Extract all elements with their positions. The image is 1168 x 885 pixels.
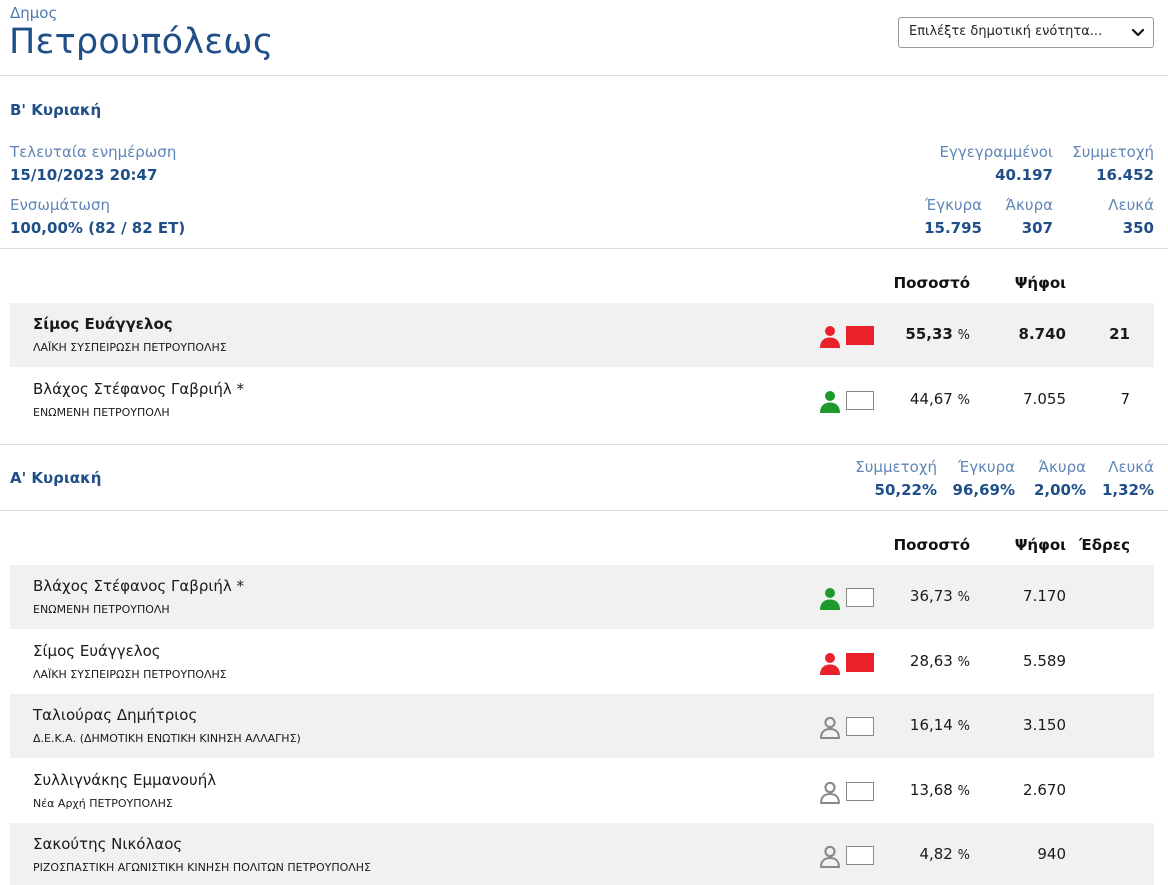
unit-select[interactable]: Επιλέξτε δημοτική ενότητα... (898, 17, 1154, 48)
candidate-votes: 2.670 (1023, 780, 1066, 799)
person-outline-icon (820, 716, 840, 739)
candidate-name: Βλάχος Στέφανος Γαβριήλ * (33, 577, 245, 595)
candidate-party: ΕΝΩΜΕΝΗ ΠΕΤΡΟΥΠΟΛΗ (33, 405, 170, 419)
divider (0, 510, 1168, 511)
candidate-pct: 28,63 % (909, 651, 970, 670)
candidate-party: ΛΑΪΚΗ ΣΥΣΠΕΙΡΩΣΗ ΠΕΤΡΟΥΠΟΛΗΣ (33, 667, 227, 681)
last-update-value: 15/10/2023 20:47 (10, 166, 158, 184)
col-header-votes: Ψήφοι (1014, 274, 1066, 292)
candidate-pct: 16,14 % (909, 716, 970, 734)
candidate-votes: 7.170 (1023, 587, 1066, 605)
turnout-value: 16.452 (1096, 166, 1154, 184)
chevron-down-icon (1131, 28, 1145, 37)
candidate-row: Βλάχος Στέφανος Γαβριήλ * ΕΝΩΜΕΝΗ ΠΕΤΡΟΥΠ… (10, 368, 1154, 432)
candidate-name: Ταλιούρας Δημήτριος (33, 706, 198, 724)
a-valid-label: Έγκυρα (958, 458, 1015, 476)
integration-value: 100,00% (82 / 82 ΕΤ) (10, 219, 186, 237)
person-filled-icon (820, 652, 840, 675)
candidate-row: Σακούτης Νικόλαος ΡΙΖΟΣΠΑΣΤΙΚΗ ΑΓΩΝΙΣΤΙΚΗ… (10, 823, 1154, 885)
invalid-value: 307 (1021, 219, 1053, 237)
candidate-row: Σίμος Ευάγγελος ΛΑΪΚΗ ΣΥΣΠΕΙΡΩΣΗ ΠΕΤΡΟΥΠΟ… (10, 303, 1154, 367)
valid-value: 15.795 (924, 219, 982, 237)
candidate-party: ΛΑΪΚΗ ΣΥΣΠΕΙΡΩΣΗ ΠΕΤΡΟΥΠΟΛΗΣ (33, 341, 227, 354)
party-color-flag (846, 781, 874, 801)
candidate-votes: 8.740 (1018, 325, 1066, 343)
col-header-pct: Ποσοστό (893, 536, 970, 554)
invalid-label: Άκυρα (1005, 196, 1053, 214)
candidate-party: ΕΝΩΜΕΝΗ ΠΕΤΡΟΥΠΟΛΗ (33, 603, 170, 616)
candidate-name: Σίμος Ευάγγελος (33, 641, 161, 660)
candidate-party: Δ.Ε.Κ.Α. (ΔΗΜΟΤΙΚΗ ΕΝΩΤΙΚΗ ΚΙΝΗΣΗ ΑΛΛΑΓΗ… (33, 732, 301, 745)
candidate-seats: 21 (1109, 325, 1130, 343)
a-invalid-label: Άκυρα (1038, 458, 1086, 476)
a-invalid-value: 2,00% (1033, 481, 1086, 499)
party-color-flag (846, 652, 874, 672)
registered-label: Εγγεγραμμένοι (939, 143, 1053, 161)
a-blank-label: Λευκά (1108, 458, 1154, 476)
registered-value: 40.197 (995, 166, 1053, 184)
candidate-votes: 7.055 (1023, 389, 1066, 408)
candidate-votes: 3.150 (1023, 716, 1066, 734)
integration-label: Ενσωμάτωση (10, 196, 110, 214)
candidate-pct: 44,67 % (909, 389, 970, 408)
person-filled-icon (820, 390, 840, 413)
party-color-flag (846, 717, 874, 736)
candidate-pct: 13,68 % (909, 780, 970, 799)
col-header-pct: Ποσοστό (893, 274, 970, 292)
candidate-row: Ταλιούρας Δημήτριος Δ.Ε.Κ.Α. (ΔΗΜΟΤΙΚΗ ΕΝ… (10, 694, 1154, 758)
candidate-name: Σίμος Ευάγγελος (33, 315, 173, 333)
candidate-party: ΡΙΖΟΣΠΑΣΤΙΚΗ ΑΓΩΝΙΣΤΙΚΗ ΚΙΝΗΣΗ ΠΟΛΙΤΩΝ Π… (33, 861, 371, 874)
person-outline-icon (820, 781, 840, 804)
person-outline-icon (820, 845, 840, 868)
party-color-flag (846, 390, 874, 410)
candidate-row: Συλλιγνάκης Εμμανουήλ Νέα Αρχή ΠΕΤΡΟΥΠΟΛΗ… (10, 759, 1154, 823)
party-color-flag (846, 326, 874, 345)
blank-label: Λευκά (1108, 196, 1154, 214)
unit-select-value: Επιλέξτε δημοτική ενότητα... (909, 24, 1103, 39)
a-valid-value: 96,69% (952, 481, 1015, 499)
candidate-pct: 4,82 % (919, 845, 970, 863)
divider (0, 248, 1168, 249)
last-update-label: Τελευταία ενημέρωση (10, 143, 177, 161)
candidate-name: Σακούτης Νικόλαος (33, 835, 183, 853)
candidate-name: Συλλιγνάκης Εμμανουήλ (33, 770, 217, 789)
turnout-label: Συμμετοχή (1072, 143, 1154, 161)
page-title: Πετρουπόλεως (9, 22, 274, 62)
candidate-pct: 36,73 % (909, 587, 970, 605)
a-turnout-value: 50,22% (874, 481, 937, 499)
candidate-party: Νέα Αρχή ΠΕΤΡΟΥΠΟΛΗΣ (33, 796, 173, 810)
candidate-row: Βλάχος Στέφανος Γαβριήλ * ΕΝΩΜΕΝΗ ΠΕΤΡΟΥΠ… (10, 565, 1154, 629)
a-turnout-label: Συμμετοχή (855, 458, 937, 476)
person-filled-icon (820, 588, 840, 610)
valid-label: Έγκυρα (925, 196, 982, 214)
party-color-flag (846, 846, 874, 865)
candidate-row: Σίμος Ευάγγελος ΛΑΪΚΗ ΣΥΣΠΕΙΡΩΣΗ ΠΕΤΡΟΥΠΟ… (10, 630, 1154, 694)
candidate-pct: 55,33 % (905, 325, 970, 343)
person-filled-icon (820, 326, 840, 348)
candidate-votes: 940 (1037, 845, 1066, 863)
divider (0, 75, 1168, 76)
candidate-votes: 5.589 (1023, 651, 1066, 670)
candidate-name: Βλάχος Στέφανος Γαβριήλ * (33, 379, 245, 398)
divider (0, 444, 1168, 445)
party-color-flag (846, 588, 874, 607)
round-b-title: Β' Κυριακή (10, 101, 102, 119)
round-a-title: Α' Κυριακή (10, 469, 102, 487)
blank-value: 350 (1122, 219, 1154, 237)
col-header-votes: Ψήφοι (1014, 536, 1066, 554)
municipality-label: Δημος (10, 4, 58, 22)
candidate-seats: 7 (1120, 389, 1130, 408)
a-blank-value: 1,32% (1101, 481, 1154, 499)
col-header-seats: Έδρες (1079, 536, 1130, 554)
